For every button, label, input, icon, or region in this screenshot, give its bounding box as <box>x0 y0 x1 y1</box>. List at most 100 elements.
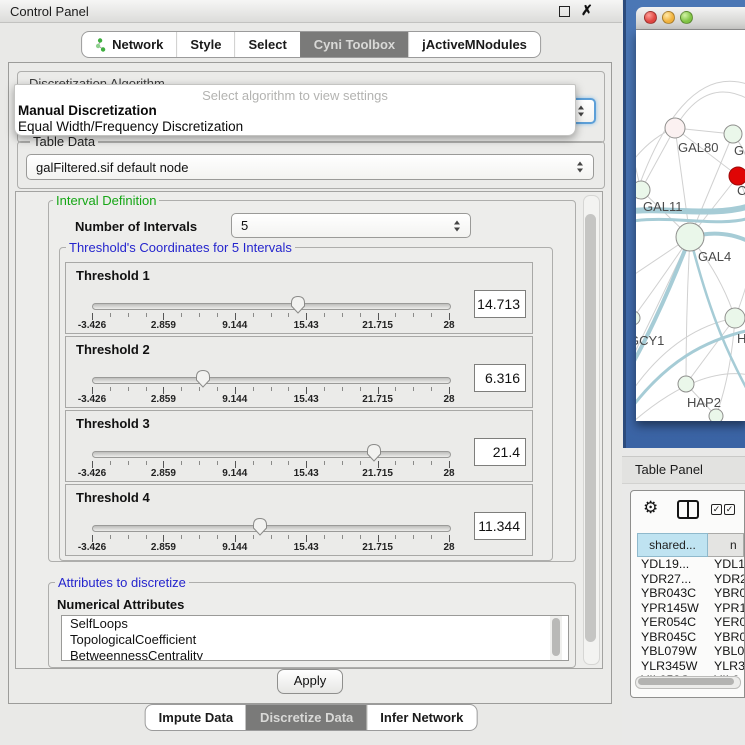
tick-label: 2.859 <box>151 394 176 405</box>
table-row[interactable]: YER054CYER0 <box>637 615 744 630</box>
network-window-titlebar[interactable] <box>636 7 745 30</box>
list-scrollbar[interactable] <box>550 616 562 660</box>
checkbox-icon[interactable]: ✓ <box>724 504 735 515</box>
minimize-traffic-light-icon[interactable] <box>662 11 675 24</box>
network-view-window[interactable]: GAL80 G C GAL11 GAL4 GCY1 H HAP2 <box>623 0 745 448</box>
slider-thumb[interactable] <box>366 443 382 462</box>
table-row[interactable]: YDR27...YDR2 <box>637 572 744 587</box>
tab-cyni-toolbox[interactable]: Cyni Toolbox <box>300 32 408 57</box>
tick-mark <box>306 461 307 468</box>
group-label: Interval Definition <box>53 193 159 208</box>
table-row[interactable]: YBL079WYBL0 <box>637 644 744 659</box>
dropdown-option-manual[interactable]: Manual Discretization <box>15 103 575 119</box>
slider-thumb[interactable] <box>252 517 268 536</box>
interval-definition-group: Interval Definition Number of Intervals … <box>48 200 576 562</box>
close-traffic-light-icon[interactable] <box>644 11 657 24</box>
tab-network[interactable]: Network <box>82 32 176 57</box>
table-cell: YBR0 <box>708 630 744 645</box>
tick-mark <box>128 313 129 317</box>
tick-mark <box>217 387 218 391</box>
table-row[interactable]: YDL19...YDL1 <box>637 557 744 572</box>
scrollbar-thumb[interactable] <box>585 214 596 642</box>
tick-mark <box>342 387 343 391</box>
tab-select[interactable]: Select <box>234 32 299 57</box>
tick-mark <box>253 461 254 465</box>
tab-label: Select <box>248 37 286 52</box>
table-data-group: Table Data galFiltered.sif default node <box>17 141 605 189</box>
dropdown-option-equal-width[interactable]: Equal Width/Frequency Discretization <box>15 119 575 135</box>
slider-thumb[interactable] <box>195 369 211 388</box>
close-icon[interactable]: ✗ <box>581 2 593 19</box>
slider-thumb[interactable] <box>290 295 306 314</box>
network-canvas[interactable]: GAL80 G C GAL11 GAL4 GCY1 H HAP2 <box>636 30 745 421</box>
threshold-value-field[interactable]: 21.4 <box>474 438 526 466</box>
scrollbar-thumb[interactable] <box>552 618 560 656</box>
slider-track[interactable] <box>92 451 451 458</box>
control-panel-titlebar: Control Panel ✗ <box>0 0 622 23</box>
tick-label: 15.43 <box>294 394 319 405</box>
threshold-label: Threshold 2 <box>76 342 150 357</box>
zoom-traffic-light-icon[interactable] <box>680 11 693 24</box>
threshold-value-field[interactable]: 6.316 <box>474 364 526 392</box>
column-header-name[interactable]: n <box>708 533 744 557</box>
tab-infer-network[interactable]: Infer Network <box>366 705 476 730</box>
checkbox-icon[interactable]: ✓ <box>711 504 722 515</box>
tick-label: 28 <box>443 394 454 405</box>
tick-label: 21.715 <box>362 468 393 479</box>
split-panel-icon[interactable] <box>677 500 699 519</box>
tick-mark <box>288 461 289 465</box>
tab-style[interactable]: Style <box>176 32 234 57</box>
table-toolbar: ⚙ ✓ ✓ <box>631 491 744 529</box>
tick-mark <box>271 313 272 317</box>
table-data-combobox[interactable]: galFiltered.sif default node <box>26 154 594 180</box>
table-row[interactable]: YBR043CYBR0 <box>637 586 744 601</box>
panel-scrollbar[interactable] <box>583 195 600 665</box>
tick-label: 9.144 <box>222 542 247 553</box>
tick-mark <box>324 535 325 539</box>
list-item[interactable]: BetweennessCentrality <box>62 648 568 661</box>
tick-mark <box>163 461 164 468</box>
tick-mark <box>181 313 182 317</box>
list-item[interactable]: TopologicalCoefficient <box>62 632 568 648</box>
table-row[interactable]: YBR045CYBR0 <box>637 630 744 645</box>
tab-discretize-data[interactable]: Discretize Data <box>246 705 366 730</box>
slider-track[interactable] <box>92 525 451 532</box>
right-column: GAL80 G C GAL11 GAL4 GCY1 H HAP2 Table P… <box>622 0 745 745</box>
tick-mark <box>110 313 111 317</box>
tick-mark <box>395 313 396 317</box>
tick-mark <box>449 535 450 542</box>
apply-button[interactable]: Apply <box>277 669 343 694</box>
table-cell: YBR0 <box>708 586 744 601</box>
slider-track[interactable] <box>92 303 451 310</box>
tick-mark <box>378 535 379 542</box>
tab-jactivemnodules[interactable]: jActiveMNodules <box>408 32 540 57</box>
tick-label: -3.426 <box>78 394 106 405</box>
tick-mark <box>378 461 379 468</box>
combo-arrows-icon <box>578 106 585 117</box>
float-icon[interactable] <box>559 6 570 17</box>
tab-impute-data[interactable]: Impute Data <box>146 705 246 730</box>
node-label: GAL11 <box>643 199 683 214</box>
threshold-value-field[interactable]: 14.713 <box>474 290 526 318</box>
threshold-value-field[interactable]: 11.344 <box>474 512 526 540</box>
node <box>724 125 742 143</box>
thresholds-group: Threshold's Coordinates for 5 Intervals … <box>59 247 553 561</box>
table-cell: YBR043C <box>637 586 708 601</box>
horizontal-scrollbar[interactable] <box>635 676 741 689</box>
list-item[interactable]: SelfLoops <box>62 616 568 632</box>
number-of-intervals-combobox[interactable]: 5 <box>231 213 471 238</box>
table-cell: YER0 <box>708 615 744 630</box>
column-header-shared-name[interactable]: shared... <box>637 533 708 557</box>
slider-track[interactable] <box>92 377 451 384</box>
table-row[interactable]: YPR145WYPR1 <box>637 601 744 616</box>
tick-mark <box>431 387 432 391</box>
tick-mark <box>360 387 361 391</box>
top-tab-bar: Network Style Select Cyni Toolbox jActiv… <box>81 31 541 58</box>
tick-mark <box>413 461 414 465</box>
scrollbar-thumb[interactable] <box>638 678 734 685</box>
table-row[interactable]: YLR345WYLR3 <box>637 659 744 674</box>
table-cell: YLR3 <box>708 659 744 674</box>
gear-icon[interactable]: ⚙ <box>643 498 658 518</box>
numerical-attributes-list[interactable]: SelfLoopsTopologicalCoefficientBetweenne… <box>61 615 569 661</box>
tick-mark <box>181 387 182 391</box>
